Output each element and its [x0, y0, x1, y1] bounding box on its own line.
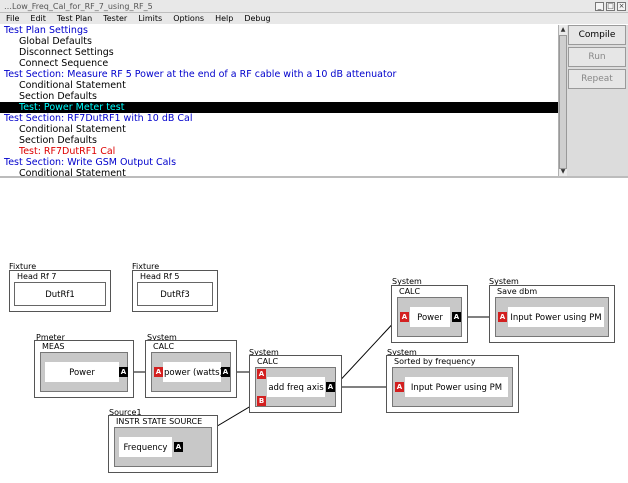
tree-item[interactable]: Global Defaults: [0, 36, 558, 47]
menu-limits[interactable]: Limits: [132, 13, 167, 24]
block-content: Input Power using PM: [508, 307, 604, 327]
menu-debug[interactable]: Debug: [238, 13, 275, 24]
tree-item[interactable]: Conditional Statement: [0, 124, 558, 135]
window-title: …Low_Freq_Cal_for_RF_7_using_RF_5: [4, 2, 153, 11]
block-label: CALC: [153, 342, 175, 351]
block-label: Save dbm: [497, 287, 538, 296]
tree-item[interactable]: Disconnect Settings: [0, 47, 558, 58]
block-content: power (watts): [163, 362, 223, 382]
repeat-button[interactable]: Repeat: [568, 69, 626, 89]
input-port[interactable]: A: [498, 312, 507, 322]
block-content: DutRf1: [15, 284, 105, 304]
tree-item[interactable]: Section Defaults: [0, 135, 558, 146]
tree-item[interactable]: Test Section: Write GSM Output Cals: [0, 157, 558, 168]
calc-add-freq-axis-block[interactable]: CALC A add freq axis A B: [249, 355, 342, 413]
tree-item[interactable]: Section Defaults: [0, 91, 558, 102]
block-content: Input Power using PM: [405, 377, 508, 397]
block-label: Head Rf 7: [17, 272, 57, 281]
block-content: add freq axis: [267, 377, 325, 397]
close-icon[interactable]: ×: [617, 2, 626, 11]
calc-power-watts-block[interactable]: CALC A power (watts) A: [145, 340, 237, 398]
block-content: DutRf3: [138, 284, 212, 304]
flow-diagram-canvas[interactable]: Fixture Head Rf 7 DutRf1 Fixture Head Rf…: [0, 178, 628, 483]
scroll-thumb[interactable]: [559, 35, 567, 169]
input-port-a[interactable]: A: [257, 369, 266, 379]
menu-test-plan[interactable]: Test Plan: [51, 13, 97, 24]
compile-button[interactable]: Compile: [568, 25, 626, 45]
tree-item[interactable]: Connect Sequence: [0, 58, 558, 69]
tree-item[interactable]: Conditional Statement: [0, 80, 558, 91]
scroll-down-icon[interactable]: ▼: [559, 167, 567, 176]
minimize-icon[interactable]: _: [595, 2, 604, 11]
menu-tester[interactable]: Tester: [97, 13, 132, 24]
block-label: MEAS: [42, 342, 65, 351]
pmeter-meas-block[interactable]: MEAS Power A: [34, 340, 134, 398]
action-panel: Compile Run Repeat: [567, 25, 628, 176]
menu-edit[interactable]: Edit: [24, 13, 51, 24]
test-plan-tree[interactable]: Test Plan Settings Global Defaults Disco…: [0, 25, 558, 176]
output-port[interactable]: A: [326, 382, 335, 392]
block-label: Sorted by frequency: [394, 357, 476, 366]
calc-power-block[interactable]: CALC A Power A: [391, 285, 468, 343]
block-content: Frequency: [119, 437, 172, 457]
menu-file[interactable]: File: [0, 13, 24, 24]
block-content: Power: [410, 307, 450, 327]
tree-item[interactable]: Test Plan Settings: [0, 25, 558, 36]
tree-item[interactable]: Conditional Statement: [0, 168, 558, 176]
output-port[interactable]: A: [452, 312, 461, 322]
input-port[interactable]: A: [395, 382, 404, 392]
input-port[interactable]: A: [400, 312, 409, 322]
fixture-head-rf5-block[interactable]: Head Rf 5 DutRf3: [132, 270, 218, 312]
output-port[interactable]: A: [174, 442, 183, 452]
block-content: Power: [45, 362, 119, 382]
tree-scrollbar[interactable]: ▲ ▼: [558, 25, 567, 176]
tree-item-error[interactable]: Test: RF7DutRF1 Cal: [0, 146, 558, 157]
sorted-by-frequency-block[interactable]: Sorted by frequency A Input Power using …: [386, 355, 519, 413]
save-dbm-block[interactable]: Save dbm A Input Power using PM: [489, 285, 615, 343]
menu-bar: File Edit Test Plan Tester Limits Option…: [0, 13, 628, 24]
block-label: CALC: [399, 287, 421, 296]
menu-help[interactable]: Help: [209, 13, 238, 24]
output-port[interactable]: A: [221, 367, 230, 377]
instr-state-source-block[interactable]: INSTR STATE SOURCE Frequency A: [108, 415, 218, 473]
maximize-icon[interactable]: □: [606, 2, 615, 11]
tree-item[interactable]: Test Section: Measure RF 5 Power at the …: [0, 69, 558, 80]
tree-item-selected[interactable]: Test: Power Meter test: [0, 102, 558, 113]
block-label: CALC: [257, 357, 279, 366]
fixture-head-rf7-block[interactable]: Head Rf 7 DutRf1: [9, 270, 111, 312]
input-port-b[interactable]: B: [257, 396, 266, 406]
block-label: Head Rf 5: [140, 272, 180, 281]
scroll-up-icon[interactable]: ▲: [559, 25, 567, 34]
tree-item[interactable]: Test Section: RF7DutRF1 with 10 dB Cal: [0, 113, 558, 124]
title-bar: …Low_Freq_Cal_for_RF_7_using_RF_5 _ □ ×: [0, 0, 628, 13]
output-port[interactable]: A: [119, 367, 128, 377]
run-button[interactable]: Run: [568, 47, 626, 67]
block-label: INSTR STATE SOURCE: [116, 417, 203, 426]
input-port[interactable]: A: [154, 367, 163, 377]
menu-options[interactable]: Options: [167, 13, 209, 24]
